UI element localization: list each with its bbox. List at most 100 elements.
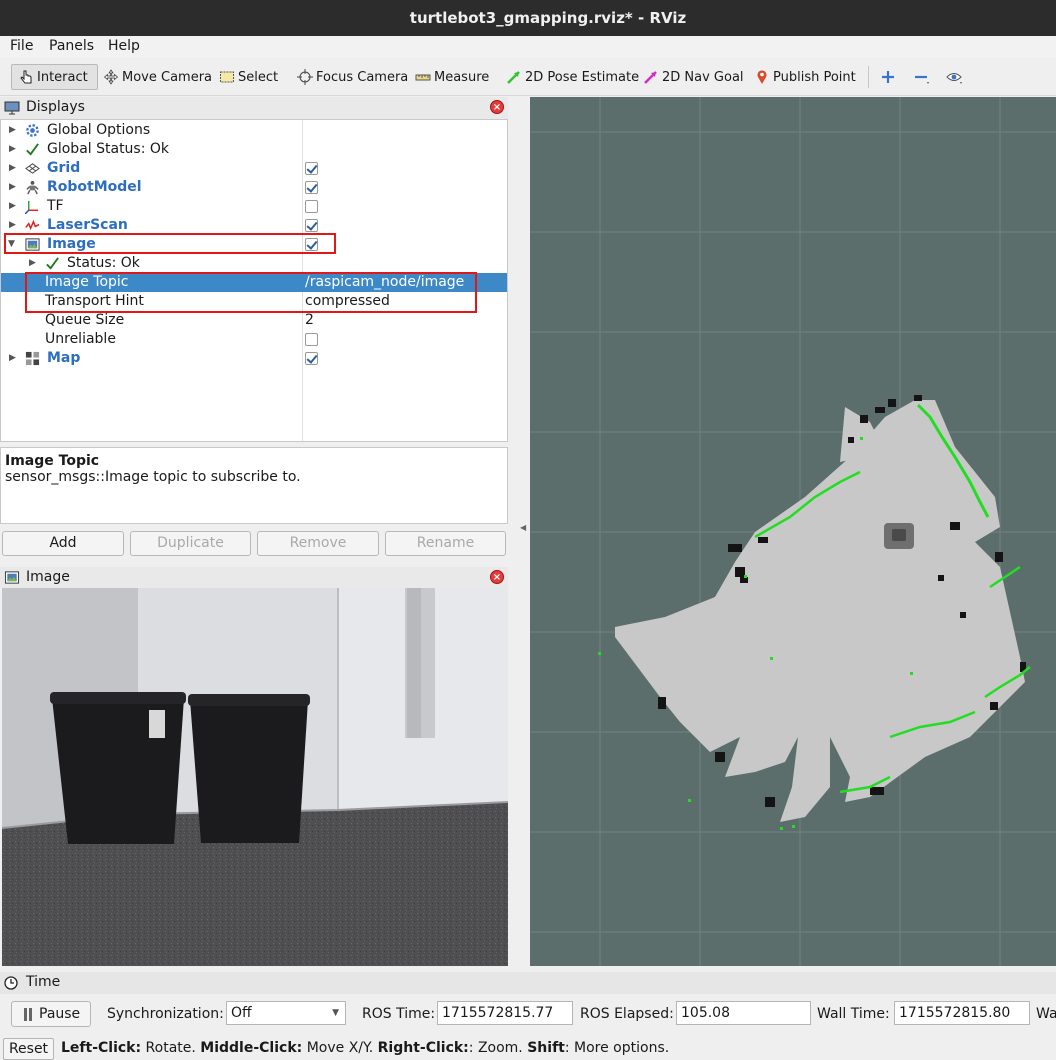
displays-close-icon[interactable]: ×	[490, 100, 504, 114]
rename-button[interactable]: Rename	[385, 531, 506, 556]
property-description: Image Topic sensor_msgs::Image topic to …	[0, 447, 508, 524]
hint-key-shift: Shift	[527, 1040, 565, 1056]
grid-icon	[25, 163, 40, 174]
time-panel-header: Time	[0, 972, 1056, 994]
add-tool-button[interactable]	[880, 64, 896, 90]
expand-arrow-icon[interactable]: ▶	[9, 159, 16, 178]
pause-label: Pause	[39, 1006, 81, 1022]
robotmodel-enabled-checkbox[interactable]	[305, 181, 318, 194]
ruler-icon	[415, 74, 431, 81]
ros-elapsed-field[interactable]: 105.08	[676, 1001, 811, 1025]
interact-label: Interact	[37, 69, 88, 85]
pause-button[interactable]: Pause	[11, 1001, 91, 1027]
ros-time-field[interactable]: 1715572815.77	[437, 1001, 573, 1025]
nav-goal-tool-button[interactable]: 2D Nav Goal	[643, 64, 744, 90]
interact-tool-button[interactable]: Interact	[11, 64, 98, 90]
expand-arrow-icon[interactable]: ▶	[9, 349, 16, 368]
tree-row-tf[interactable]: ▶ TF	[1, 197, 507, 216]
displays-title: Displays	[26, 99, 85, 115]
tree-row-grid[interactable]: ▶ Grid	[1, 159, 507, 178]
ros-time-label: ROS Time:	[362, 1006, 436, 1022]
chevron-down-icon: ▼	[332, 1008, 339, 1018]
hint-key-left: Left-Click:	[61, 1040, 142, 1056]
focus-camera-label: Focus Camera	[316, 69, 409, 85]
move-camera-tool-button[interactable]: Move Camera	[103, 64, 212, 90]
tree-row-image-status[interactable]: ▶ Status: Ok	[1, 254, 507, 273]
description-text: sensor_msgs::Image topic to subscribe to…	[5, 469, 301, 485]
duplicate-button[interactable]: Duplicate	[130, 531, 251, 556]
wall-time-field[interactable]: 1715572815.80	[894, 1001, 1030, 1025]
tree-label: Unreliable	[45, 331, 116, 347]
focus-camera-tool-button[interactable]: Focus Camera	[297, 64, 408, 90]
tree-row-unreliable[interactable]: Unreliable	[1, 330, 507, 349]
add-button[interactable]: Add	[2, 531, 124, 556]
hand-pointer-icon	[20, 70, 32, 84]
unreliable-checkbox[interactable]	[305, 333, 318, 346]
magenta-arrow-icon	[644, 71, 657, 84]
menu-panels[interactable]: Panels	[49, 38, 94, 54]
measure-label: Measure	[434, 69, 490, 85]
expand-arrow-icon[interactable]: ▶	[9, 178, 16, 197]
expand-arrow-icon[interactable]: ▶	[9, 140, 16, 159]
tree-row-queue-size[interactable]: Queue Size 2	[1, 311, 507, 330]
tree-label: Map	[47, 350, 81, 366]
crosshair-icon	[297, 69, 313, 85]
3d-render-view[interactable]	[530, 97, 1056, 966]
expand-arrow-icon[interactable]: ▶	[29, 254, 36, 273]
publish-point-tool-button[interactable]: Publish Point	[754, 64, 856, 90]
laserscan-enabled-checkbox[interactable]	[305, 219, 318, 232]
select-tool-button[interactable]: Select	[219, 64, 278, 90]
checkmark-icon	[46, 257, 59, 270]
image-panel-title: Image	[26, 569, 70, 585]
displays-tree: ▶ Global Options ▶ Global Status: Ok ▶ G…	[0, 119, 508, 442]
tree-row-robotmodel[interactable]: ▶ RobotModel	[1, 178, 507, 197]
panel-splitter[interactable]: ◀	[508, 97, 530, 966]
displays-panel-header: Displays ×	[0, 97, 508, 119]
reset-button[interactable]: Reset	[3, 1038, 54, 1060]
move-arrows-icon	[103, 69, 119, 85]
tree-label: Global Options	[47, 122, 151, 138]
image-panel-header: Image ×	[0, 567, 508, 588]
trash-bin-right	[188, 694, 310, 843]
measure-tool-button[interactable]: Measure	[415, 64, 489, 90]
map-enabled-checkbox[interactable]	[305, 352, 318, 365]
expand-arrow-icon[interactable]: ▶	[9, 197, 16, 216]
tree-row-global-status[interactable]: ▶ Global Status: Ok	[1, 140, 507, 159]
menu-bar: File Panels Help	[0, 36, 1056, 58]
image-panel-close-icon[interactable]: ×	[490, 570, 504, 584]
map-render	[530, 97, 1056, 966]
pause-icon	[24, 1008, 27, 1021]
remove-button[interactable]: Remove	[257, 531, 379, 556]
hint-value: Move X/Y.	[302, 1040, 378, 1056]
hint-key-middle: Middle-Click:	[200, 1040, 303, 1056]
queue-size-value[interactable]: 2	[305, 311, 314, 330]
pose-estimate-label: 2D Pose Estimate	[525, 69, 640, 85]
tree-row-global-options[interactable]: ▶ Global Options	[1, 121, 507, 140]
grid-enabled-checkbox[interactable]	[305, 162, 318, 175]
eye-icon	[946, 73, 962, 84]
clock-icon	[4, 976, 18, 990]
laser-scan-icon	[25, 219, 40, 231]
hint-key-right: Right-Click:	[377, 1040, 469, 1056]
remove-tool-button[interactable]	[913, 64, 929, 90]
camera-frame	[2, 588, 508, 966]
view-options-tool-button[interactable]	[946, 64, 962, 90]
hint-value: Rotate.	[141, 1040, 201, 1056]
menu-file[interactable]: File	[10, 38, 33, 54]
tree-label: TF	[47, 198, 64, 214]
menu-help[interactable]: Help	[108, 38, 140, 54]
window-title-bar: turtlebot3_gmapping.rviz* - RViz	[0, 0, 1056, 36]
expand-arrow-icon[interactable]: ▶	[9, 121, 16, 140]
checkmark-icon	[26, 143, 39, 156]
nav-goal-label: 2D Nav Goal	[662, 69, 744, 85]
collapse-left-icon[interactable]: ◀	[520, 523, 526, 532]
map-pin-icon	[757, 70, 767, 84]
camera-image-view	[2, 588, 508, 966]
pose-estimate-tool-button[interactable]: 2D Pose Estimate	[506, 64, 639, 90]
highlight-box-image	[4, 233, 336, 254]
sync-label: Synchronization:	[107, 1006, 224, 1022]
tree-row-map[interactable]: ▶ Map	[1, 349, 507, 368]
wall-elapsed-label: Wa	[1036, 1006, 1056, 1022]
sync-select[interactable]: Off ▼	[226, 1001, 346, 1025]
tf-enabled-checkbox[interactable]	[305, 200, 318, 213]
